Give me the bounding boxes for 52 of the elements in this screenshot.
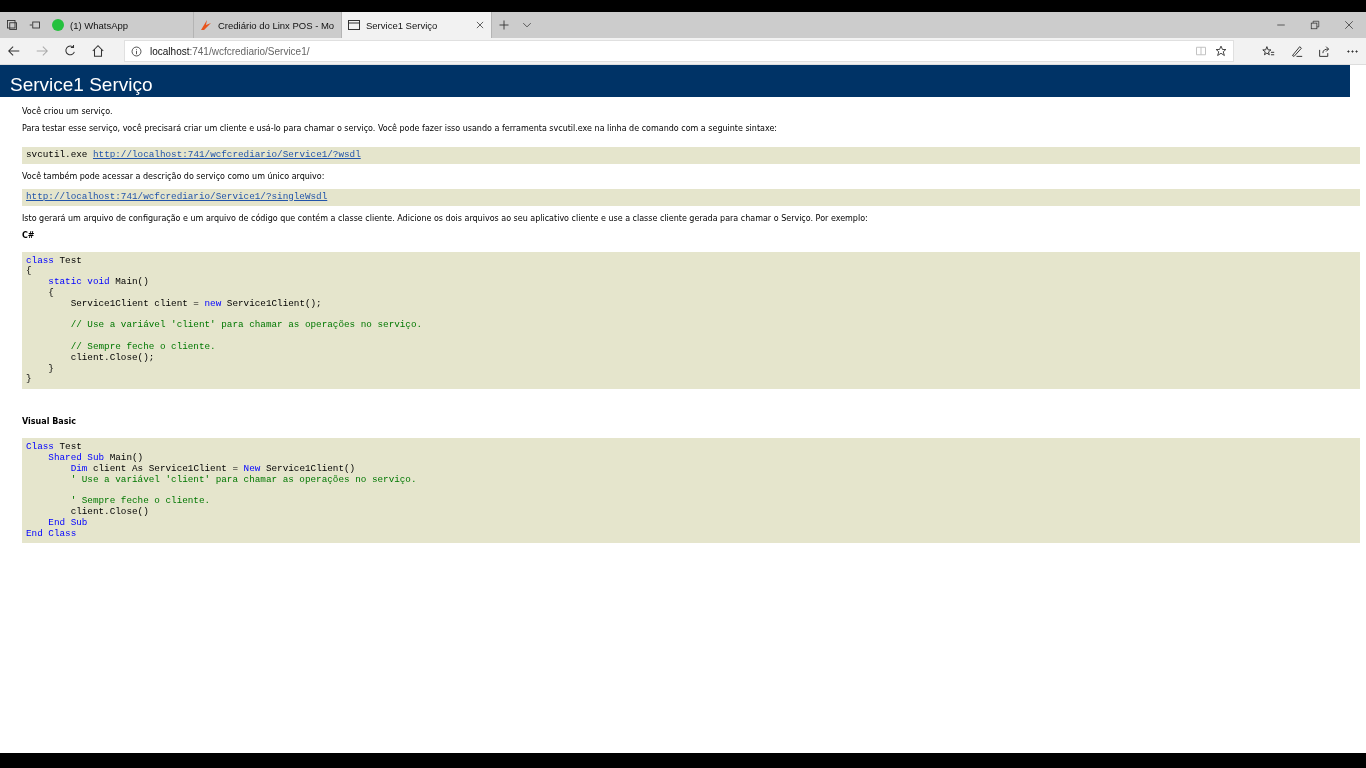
- code-line: End Sub: [47, 517, 89, 529]
- code-line: Dim client As Service1Client = New Service1Client(): [69, 463, 357, 475]
- pen-icon[interactable]: [1289, 44, 1303, 58]
- close-icon[interactable]: [475, 20, 485, 30]
- code-line: End Class: [26, 528, 78, 540]
- chevron-down-icon[interactable]: [521, 20, 532, 30]
- tabs-aside-icon[interactable]: [5, 19, 18, 31]
- wsdl-link[interactable]: http://localhost:741/wcfcrediario/Service1/?wsdl: [92, 149, 361, 160]
- code-line: client.Close();: [69, 352, 156, 364]
- star-icon[interactable]: [1215, 45, 1227, 57]
- code-line: Class Test: [26, 442, 83, 453]
- restore-icon[interactable]: [1310, 20, 1320, 30]
- address-field[interactable]: localhost:741/wcfcrediario/Service1/: [124, 40, 1234, 62]
- command-text: svcutil.exe: [26, 149, 88, 160]
- tab-preview-icon[interactable]: [28, 19, 41, 31]
- tab-title: Crediário do Linx POS - Mo: [218, 19, 335, 31]
- page-heading: Service1 Serviço: [0, 65, 1350, 97]
- code-line: // Sempre feche o cliente.: [69, 341, 217, 353]
- close-icon[interactable]: [1344, 20, 1354, 30]
- code-line: Shared Sub Main(): [47, 452, 145, 464]
- generates-text: Isto gerará um arquivo de configuração e um arquivo de código que contém a classe cliente. Adicione os dois arquivos ao seu aplicativo cliente e use a classe cliente gerada para chamar o Serviço. Por exemplo:: [22, 213, 869, 223]
- flame-icon: [200, 19, 212, 31]
- code-line: // Use a variável 'client' para chamar as operações no serviço.: [69, 320, 424, 332]
- instructions-text: Para testar esse serviço, você precisará criar um cliente e usá-lo para chamar o serviço. Você pode fazer isso usando a ferramenta svcutil.exe na linha de comando com a seguinte sintaxe:: [22, 124, 779, 133]
- url-text: localhost:741/wcfcrediario/Service1/: [150, 45, 311, 57]
- single-wsdl-link[interactable]: http://localhost:741/wcfcrediario/Service1/?singleWsdl: [26, 190, 328, 202]
- code-line: }: [26, 374, 33, 386]
- code-line: }: [47, 363, 55, 375]
- info-icon[interactable]: [131, 45, 142, 57]
- tab-title: Service1 Serviço: [366, 19, 439, 31]
- language-label: C#: [22, 230, 36, 240]
- back-icon[interactable]: [7, 44, 21, 58]
- intro-text: Você criou um serviço.: [22, 107, 114, 116]
- code-line: {: [26, 266, 33, 278]
- code-line: class Test: [26, 255, 83, 266]
- home-icon[interactable]: [91, 44, 105, 58]
- tab-title: (1) WhatsApp: [70, 19, 130, 31]
- browser-tab[interactable]: Service1 Serviço: [342, 12, 492, 38]
- refresh-icon[interactable]: [63, 44, 77, 58]
- code-line: ' Sempre feche o cliente.: [69, 496, 212, 507]
- code-line: ' Use a variável 'client' para chamar as operações no serviço.: [69, 474, 418, 486]
- page-icon: [348, 19, 360, 31]
- code-line: {: [47, 288, 55, 299]
- plus-icon[interactable]: [497, 19, 510, 31]
- code-line: static void Main(): [47, 277, 150, 288]
- single-file-text: Você também pode acessar a descrição do serviço como um único arquivo:: [22, 171, 326, 181]
- code-line: client.Close(): [69, 506, 150, 518]
- share-icon[interactable]: [1317, 44, 1331, 58]
- favorites-icon[interactable]: [1261, 44, 1275, 58]
- code-line: Service1Client client = new Service1Client();: [69, 298, 323, 310]
- language-label: Visual Basic: [22, 417, 77, 427]
- chat-icon: [52, 19, 64, 31]
